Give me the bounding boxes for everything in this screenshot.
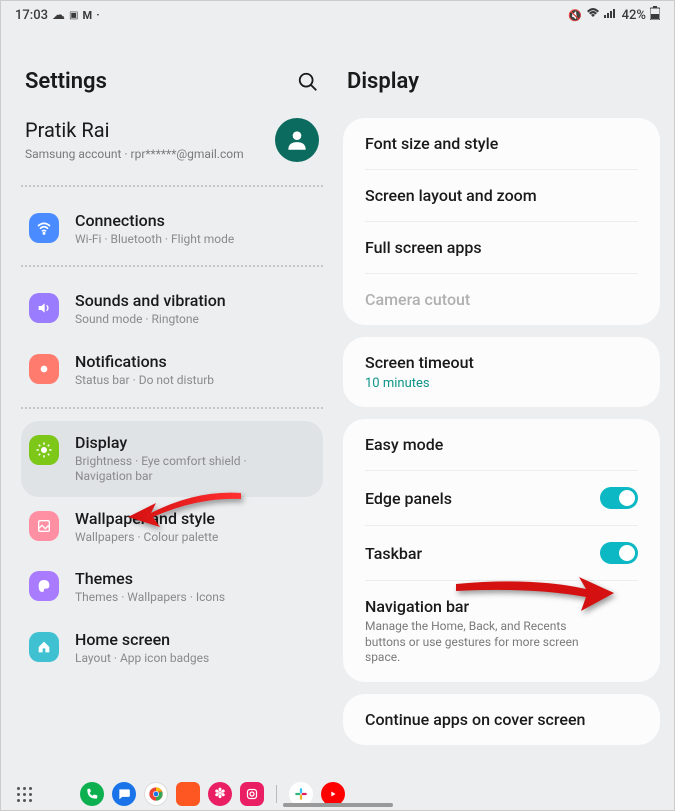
sidebar-item-sounds[interactable]: Sounds and vibration Sound mode · Ringto…	[21, 279, 323, 340]
more-icon: ·	[96, 8, 100, 23]
row-taskbar[interactable]: Taskbar	[343, 526, 660, 580]
mail-icon: M	[82, 9, 92, 22]
row-continue-apps[interactable]: Continue apps on cover screen	[343, 694, 660, 745]
sidebar-item-label: Home screen	[75, 630, 209, 649]
status-time: 17:03	[15, 8, 48, 23]
sidebar-item-connections[interactable]: Connections Wi-Fi · Bluetooth · Flight m…	[21, 199, 323, 260]
gesture-handle[interactable]	[283, 803, 393, 807]
account-name: Pratik Rai	[25, 118, 244, 142]
app-icon[interactable]: ✽	[208, 782, 232, 806]
app-drawer-icon[interactable]	[17, 787, 32, 802]
signal-icon	[604, 7, 618, 23]
card-display-options: Easy mode Edge panels Taskbar Navigation…	[343, 419, 660, 682]
sidebar-item-sub: Layout · App icon badges	[75, 651, 209, 667]
sidebar-item-notifications[interactable]: Notifications Status bar · Do not distur…	[21, 340, 323, 401]
sidebar-item-sub: Wallpapers · Colour palette	[75, 530, 218, 546]
card-timeout: Screen timeout 10 minutes	[343, 337, 660, 407]
sidebar-item-sub: Brightness · Eye comfort shield · Naviga…	[75, 454, 305, 485]
sidebar-item-themes[interactable]: Themes Themes · Wallpapers · Icons	[21, 557, 323, 618]
row-fullscreen-apps[interactable]: Full screen apps	[343, 222, 660, 273]
sidebar-item-sub: Sound mode · Ringtone	[75, 312, 226, 328]
sidebar-item-home[interactable]: Home screen Layout · App icon badges	[21, 618, 323, 679]
sidebar-item-label: Display	[75, 433, 305, 452]
cloud-icon: ☁	[52, 8, 65, 23]
wifi-icon	[586, 7, 600, 23]
detail-pane: Display Font size and style Screen layou…	[339, 29, 674, 778]
settings-title: Settings	[25, 69, 107, 94]
sidebar-item-sub: Status bar · Do not disturb	[75, 373, 214, 389]
wallpaper-icon	[29, 511, 59, 541]
row-font-size[interactable]: Font size and style	[343, 118, 660, 169]
wifi-icon	[29, 213, 59, 243]
row-navigation-bar[interactable]: Navigation bar Manage the Home, Back, an…	[343, 581, 660, 682]
battery-icon	[650, 6, 660, 24]
sound-icon	[29, 293, 59, 323]
avatar[interactable]	[275, 118, 319, 162]
mute-icon: 🔇	[568, 9, 582, 22]
card-font-group: Font size and style Screen layout and zo…	[343, 118, 660, 325]
row-screen-timeout[interactable]: Screen timeout 10 minutes	[343, 337, 660, 407]
chrome-app-icon[interactable]	[144, 782, 168, 806]
account-sub: Samsung account · rpr******@gmail.com	[25, 146, 244, 163]
row-screen-layout[interactable]: Screen layout and zoom	[343, 170, 660, 221]
sidebar-item-label: Notifications	[75, 352, 214, 371]
sidebar-item-label: Themes	[75, 569, 225, 588]
sidebar-item-label: Connections	[75, 211, 234, 230]
row-edge-panels[interactable]: Edge panels	[343, 471, 660, 525]
gallery-icon: ▣	[69, 10, 78, 21]
notification-icon	[29, 354, 59, 384]
divider	[21, 407, 323, 409]
app-icon[interactable]	[176, 782, 200, 806]
sidebar-item-sub: Themes · Wallpapers · Icons	[75, 590, 225, 606]
phone-app-icon[interactable]	[80, 782, 104, 806]
card-continue: Continue apps on cover screen	[343, 694, 660, 745]
search-icon[interactable]	[297, 71, 319, 93]
taskbar-toggle[interactable]	[600, 542, 638, 564]
detail-title: Display	[347, 69, 419, 94]
battery-text: 42%	[622, 8, 646, 23]
sidebar-item-wallpaper[interactable]: Wallpaper and style Wallpapers · Colour …	[21, 497, 323, 558]
row-easy-mode[interactable]: Easy mode	[343, 419, 660, 470]
sidebar-item-label: Wallpaper and style	[75, 509, 218, 528]
messages-app-icon[interactable]	[112, 782, 136, 806]
divider	[21, 265, 323, 267]
status-bar: 17:03 ☁ ▣ M · 🔇 42%	[1, 1, 674, 29]
divider	[21, 185, 323, 187]
display-icon	[29, 435, 59, 465]
timeout-value: 10 minutes	[365, 376, 474, 391]
account-section[interactable]: Pratik Rai Samsung account · rpr******@g…	[21, 118, 323, 179]
instagram-app-icon[interactable]	[240, 782, 264, 806]
settings-sidebar: Settings Pratik Rai Samsung account · rp…	[1, 29, 339, 778]
sidebar-item-sub: Wi-Fi · Bluetooth · Flight mode	[75, 232, 234, 248]
sidebar-item-label: Sounds and vibration	[75, 291, 226, 310]
taskbar-dock: ✽	[1, 778, 674, 810]
themes-icon	[29, 571, 59, 601]
row-camera-cutout: Camera cutout	[343, 274, 660, 325]
sidebar-item-display[interactable]: Display Brightness · Eye comfort shield …	[21, 421, 323, 497]
home-icon	[29, 632, 59, 662]
dock-separator	[276, 785, 277, 803]
edge-panels-toggle[interactable]	[600, 487, 638, 509]
